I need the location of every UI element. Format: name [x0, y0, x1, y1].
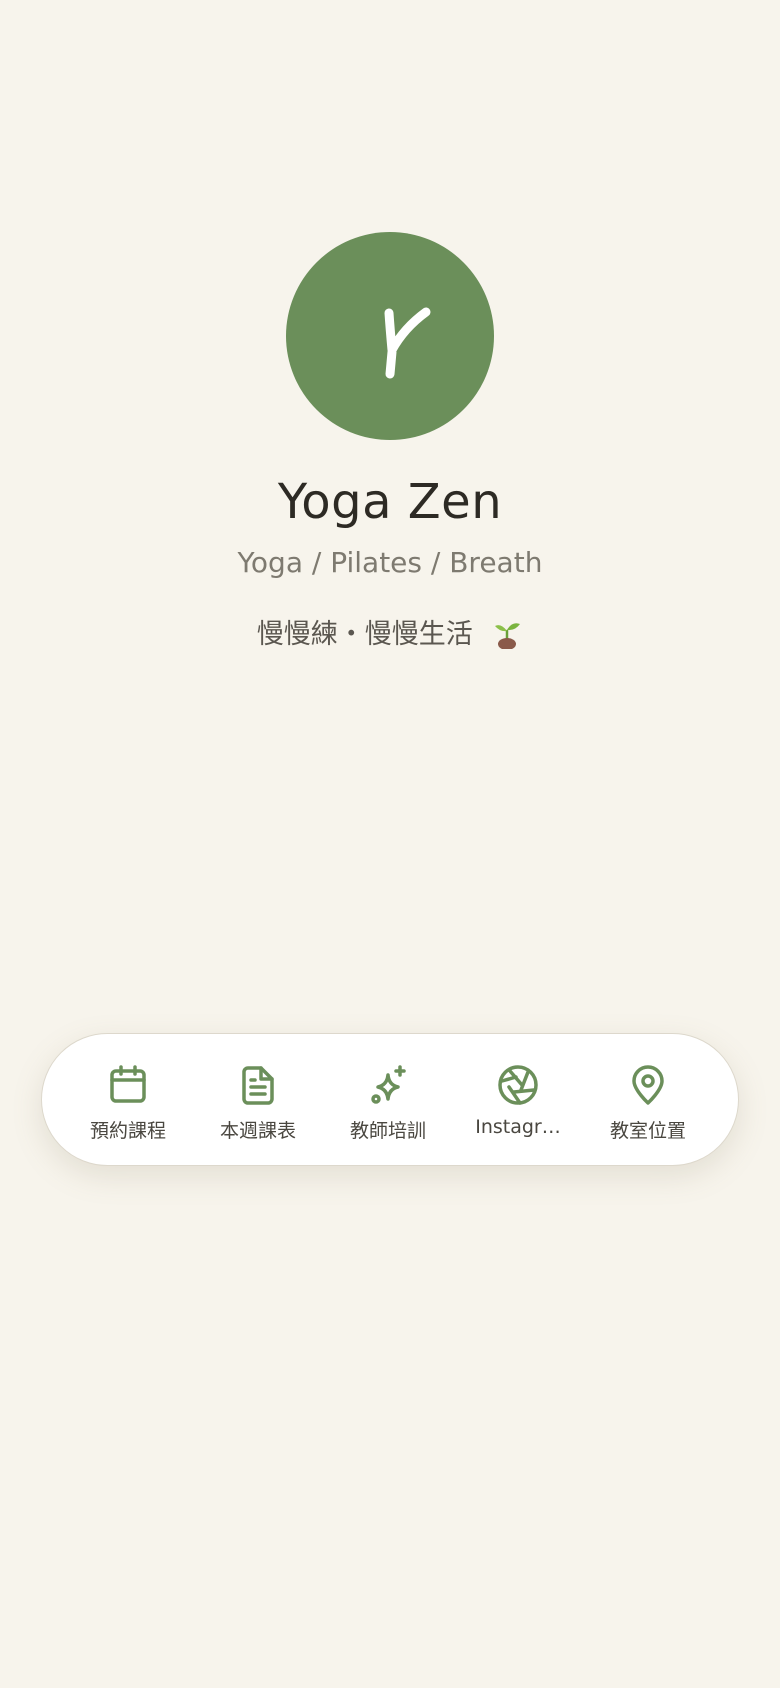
profile-name: Yoga Zen [277, 474, 503, 530]
dock-item-label: 教師培訓 [349, 1120, 426, 1142]
dock-item-schedule[interactable]: 本週課表 [193, 1034, 323, 1164]
document-icon [236, 1063, 280, 1107]
avatar-letter-y [384, 307, 431, 379]
dock-item-booking[interactable]: 預約課程 [63, 1034, 193, 1164]
dock-item-label: 教室位置 [609, 1120, 686, 1142]
dock-item-label: 本週課表 [219, 1120, 296, 1142]
aperture-icon [496, 1063, 540, 1107]
link-dock: 預約課程 本週課表 教師培訓 Instagr… 教室位置 [41, 1033, 739, 1166]
map-pin-icon [626, 1063, 670, 1107]
profile-motto: 慢慢練・慢慢生活 [0, 612, 780, 651]
dock-item-location[interactable]: 教室位置 [583, 1034, 713, 1164]
dock-item-instagram[interactable]: Instagr… [453, 1034, 583, 1164]
dock-item-label: 預約課程 [89, 1120, 166, 1142]
sprout-icon [491, 617, 523, 650]
calendar-icon [106, 1063, 150, 1107]
dock-item-label: Instagr… [475, 1116, 561, 1138]
sparkle-icon [366, 1063, 410, 1107]
motto-text: 慢慢練・慢慢生活 [256, 619, 473, 650]
avatar [286, 232, 494, 440]
dock-item-teacher-training[interactable]: 教師培訓 [323, 1034, 453, 1164]
profile-tagline: Yoga / Pilates / Breath [237, 546, 543, 579]
